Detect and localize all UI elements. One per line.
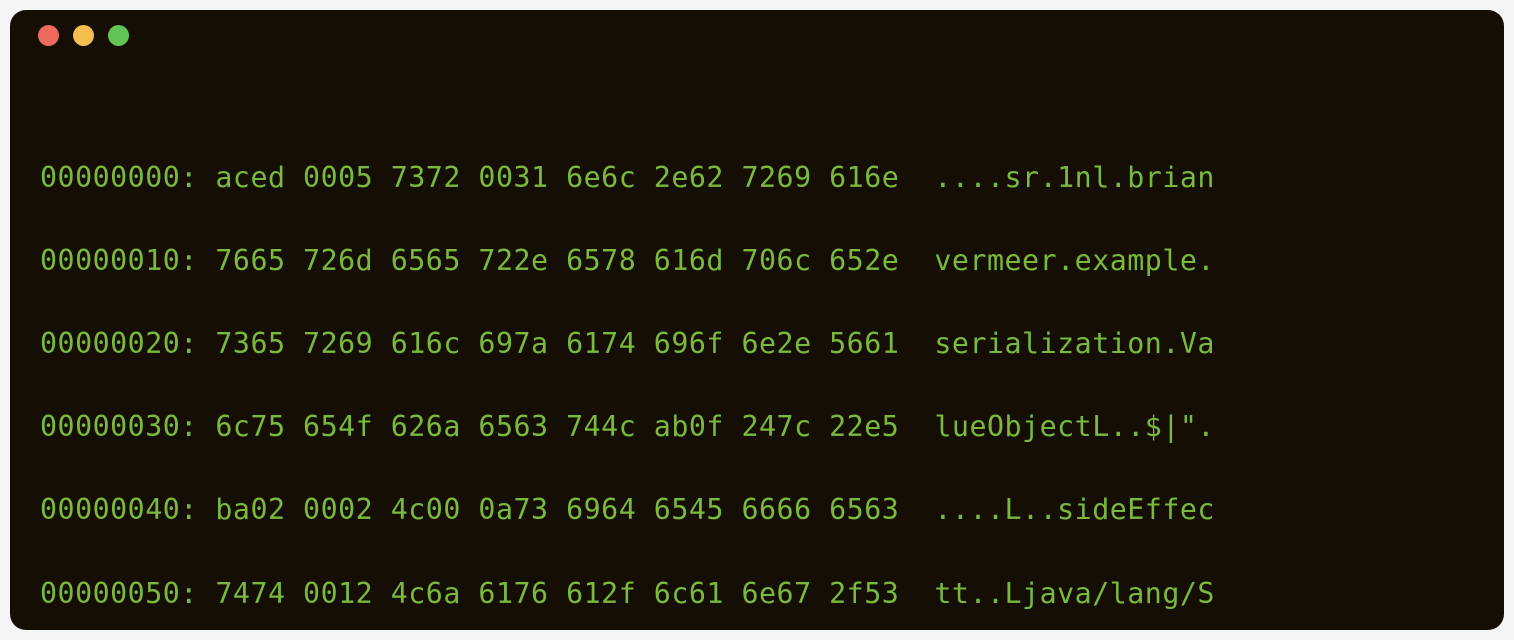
ascii: vermeer.example. <box>934 244 1215 277</box>
terminal-content: 00000000: aced 0005 7372 0031 6e6c 2e62 … <box>10 60 1504 630</box>
offset: 00000030: <box>40 410 198 443</box>
hex-bytes: 7665 726d 6565 722e 6578 616d 706c 652e <box>215 244 899 277</box>
hex-row: 00000050: 7474 0012 4c6a 6176 612f 6c61 … <box>40 573 1474 615</box>
hex-bytes: aced 0005 7372 0031 6e6c 2e62 7269 616e <box>215 161 899 194</box>
offset: 00000000: <box>40 161 198 194</box>
hex-row: 00000020: 7365 7269 616c 697a 6174 696f … <box>40 323 1474 365</box>
titlebar <box>10 10 1504 60</box>
offset: 00000040: <box>40 493 198 526</box>
offset: 00000050: <box>40 577 198 610</box>
ascii: serialization.Va <box>934 327 1215 360</box>
hex-bytes: 7365 7269 616c 697a 6174 696f 6e2e 5661 <box>215 327 899 360</box>
terminal-window: 00000000: aced 0005 7372 0031 6e6c 2e62 … <box>10 10 1504 630</box>
hex-row: 00000000: aced 0005 7372 0031 6e6c 2e62 … <box>40 157 1474 199</box>
hex-row: 00000010: 7665 726d 6565 722e 6578 616d … <box>40 240 1474 282</box>
hex-bytes: 6c75 654f 626a 6563 744c ab0f 247c 22e5 <box>215 410 899 443</box>
ascii: ....L..sideEffec <box>934 493 1215 526</box>
hex-row: 00000040: ba02 0002 4c00 0a73 6964 6545 … <box>40 489 1474 531</box>
offset: 00000020: <box>40 327 198 360</box>
offset: 00000010: <box>40 244 198 277</box>
zoom-button[interactable] <box>108 25 129 46</box>
hex-row: 00000030: 6c75 654f 626a 6563 744c ab0f … <box>40 406 1474 448</box>
close-button[interactable] <box>38 25 59 46</box>
minimize-button[interactable] <box>73 25 94 46</box>
ascii: ....sr.1nl.brian <box>934 161 1215 194</box>
hex-bytes: 7474 0012 4c6a 6176 612f 6c61 6e67 2f53 <box>215 577 899 610</box>
ascii: tt..Ljava/lang/S <box>934 577 1215 610</box>
ascii: lueObjectL..$|". <box>934 410 1215 443</box>
hex-bytes: ba02 0002 4c00 0a73 6964 6545 6666 6563 <box>215 493 899 526</box>
